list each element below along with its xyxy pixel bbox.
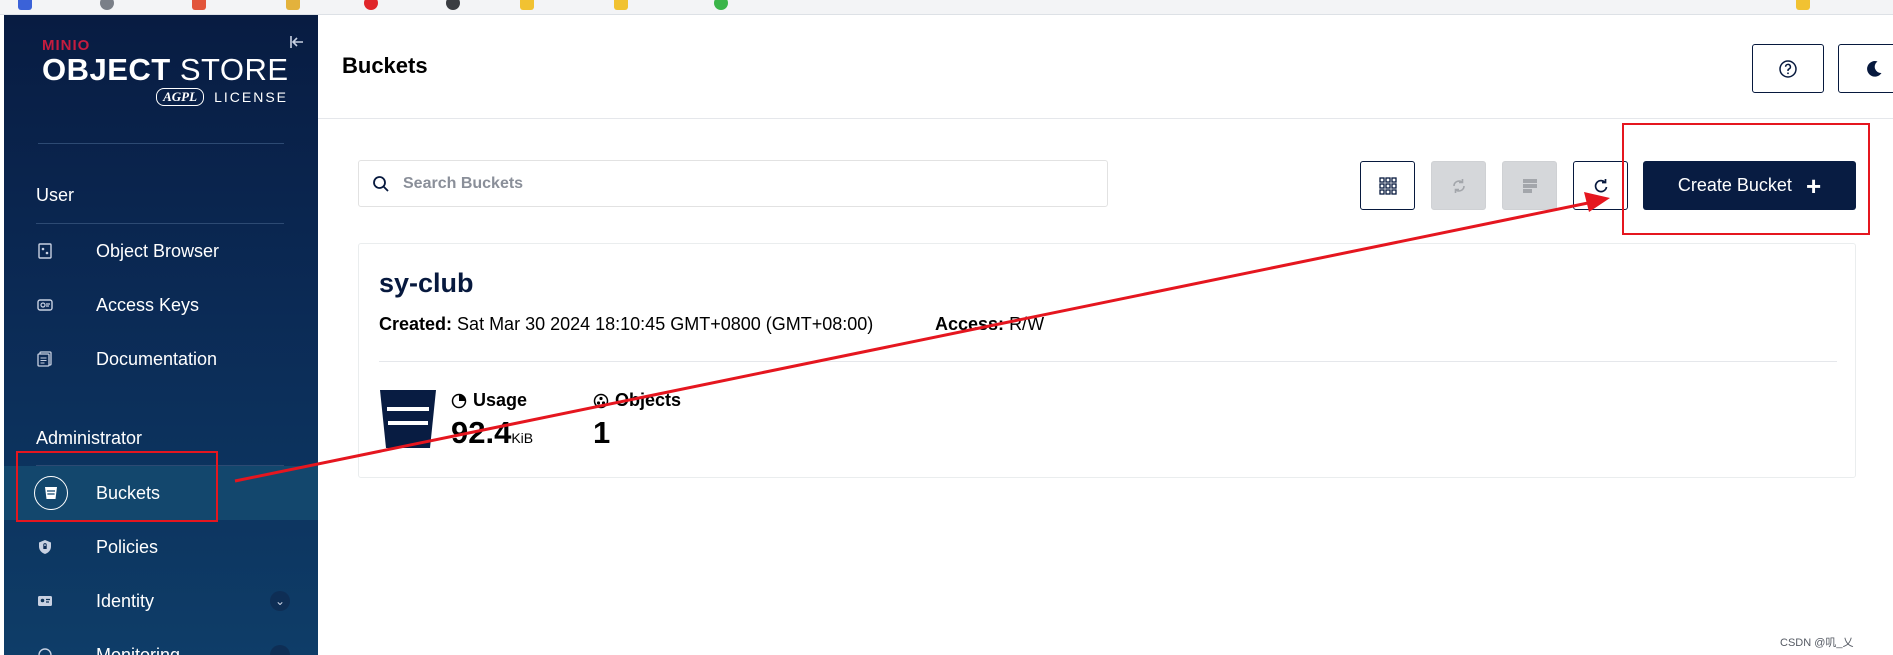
section-user: User [36, 185, 75, 205]
sidebar-item-identity[interactable]: Identity ⌄ [4, 574, 318, 628]
pie-chart-icon [451, 393, 467, 408]
access-value: R/W [1009, 314, 1045, 334]
bucket-created: Created: Sat Mar 30 2024 18:10:45 GMT+08… [379, 314, 873, 335]
sidebar-item-label: Documentation [96, 348, 218, 369]
logo-product: OBJECT STORE [42, 52, 289, 87]
page-title: Buckets [342, 53, 428, 78]
divider [38, 143, 284, 144]
divider [379, 361, 1837, 362]
replicate-button[interactable] [1431, 161, 1486, 210]
minio-logo[interactable]: MINIO OBJECT STORE AGPL LICENSE [42, 37, 292, 106]
help-button[interactable] [1752, 44, 1824, 93]
search-icon [371, 174, 391, 194]
bucket-name[interactable]: sy-club [379, 268, 474, 299]
search-field[interactable] [403, 174, 1083, 193]
sidebar-item-label: Object Browser [96, 240, 220, 261]
refresh-icon [1594, 178, 1607, 192]
chevron-down-icon[interactable]: ⌄ [270, 591, 290, 611]
sidebar-item-monitoring[interactable]: Monitoring ⌄ [4, 628, 318, 655]
usage-label: Usage [473, 390, 528, 410]
usage-value: 92.4KiB [451, 415, 534, 450]
list-view-button[interactable] [1360, 161, 1415, 210]
created-label: Created: [379, 314, 453, 334]
section-administrator: Administrator [36, 428, 143, 448]
sidebar-item-label: Policies [96, 536, 159, 557]
bookmark-icon[interactable] [714, 0, 728, 10]
objects-value: 1 [593, 415, 611, 450]
shield-icon [36, 538, 54, 556]
agpl-badge: AGPL [156, 88, 205, 106]
bookmark-icon[interactable] [18, 0, 32, 10]
objects-header: Objects [593, 390, 681, 411]
license-text: LICENSE [214, 89, 288, 105]
sidebar-item-access-keys[interactable]: Access Keys [4, 278, 318, 332]
sidebar-item-documentation[interactable]: Documentation [4, 332, 318, 386]
usage-header: Usage [451, 390, 533, 411]
sidebar-item-label: Access Keys [96, 294, 200, 315]
moon-icon [1867, 60, 1882, 77]
monitoring-icon [36, 646, 54, 655]
bookmark-icon[interactable] [100, 0, 114, 10]
sidebar-item-policies[interactable]: Policies [4, 520, 318, 574]
folder-icon[interactable] [614, 0, 628, 10]
replicate-icon [1452, 178, 1465, 193]
annotation-box-buckets [16, 451, 218, 522]
lifecycle-button[interactable] [1502, 161, 1557, 210]
page-header: Buckets [318, 15, 1893, 119]
help-icon [1779, 59, 1797, 78]
bookmark-icon[interactable] [286, 0, 300, 10]
refresh-button[interactable] [1573, 161, 1628, 210]
bucket-icon [379, 389, 437, 449]
bookmark-icon[interactable] [192, 0, 206, 10]
chevron-down-icon[interactable]: ⌄ [270, 645, 290, 655]
sidebar-item-object-browser[interactable]: Object Browser [4, 224, 318, 278]
lifecycle-icon [1522, 178, 1537, 193]
sidebar-item-label: Monitoring [96, 644, 181, 655]
identity-icon [36, 592, 54, 610]
annotation-box-create [1622, 123, 1870, 235]
sidebar: MINIO OBJECT STORE AGPL LICENSE User Obj… [4, 15, 318, 655]
bookmark-icon[interactable] [446, 0, 460, 10]
usage-unit: KiB [511, 430, 534, 446]
sidebar-item-label: Identity [96, 590, 155, 611]
objects-stat: Objects 1 [593, 390, 681, 451]
folder-icon[interactable] [1796, 0, 1810, 10]
created-value: Sat Mar 30 2024 18:10:45 GMT+0800 (GMT+0… [457, 314, 874, 334]
dark-mode-toggle[interactable] [1838, 44, 1893, 93]
objects-label: Objects [615, 390, 682, 410]
access-label: Access: [935, 314, 1005, 334]
access-keys-icon [36, 296, 54, 314]
object-browser-icon [36, 242, 54, 260]
app-root: MINIO OBJECT STORE AGPL LICENSE User Obj… [0, 0, 1893, 655]
grid-icon [1378, 176, 1397, 195]
logo-license-row: AGPL LICENSE [42, 88, 292, 106]
browser-bookmarks-bar [0, 0, 1893, 15]
usage-stat: Usage 92.4KiB [451, 390, 533, 451]
bookmark-icon[interactable] [364, 0, 378, 10]
documentation-icon [36, 350, 54, 368]
bucket-access: Access: R/W [935, 314, 1044, 335]
objects-icon [593, 393, 609, 408]
search-input[interactable] [358, 160, 1108, 207]
folder-icon[interactable] [520, 0, 534, 10]
bucket-card[interactable]: sy-club Created: Sat Mar 30 2024 18:10:4… [358, 243, 1856, 478]
watermark: CSDN @叽_乂 [1780, 637, 1854, 649]
